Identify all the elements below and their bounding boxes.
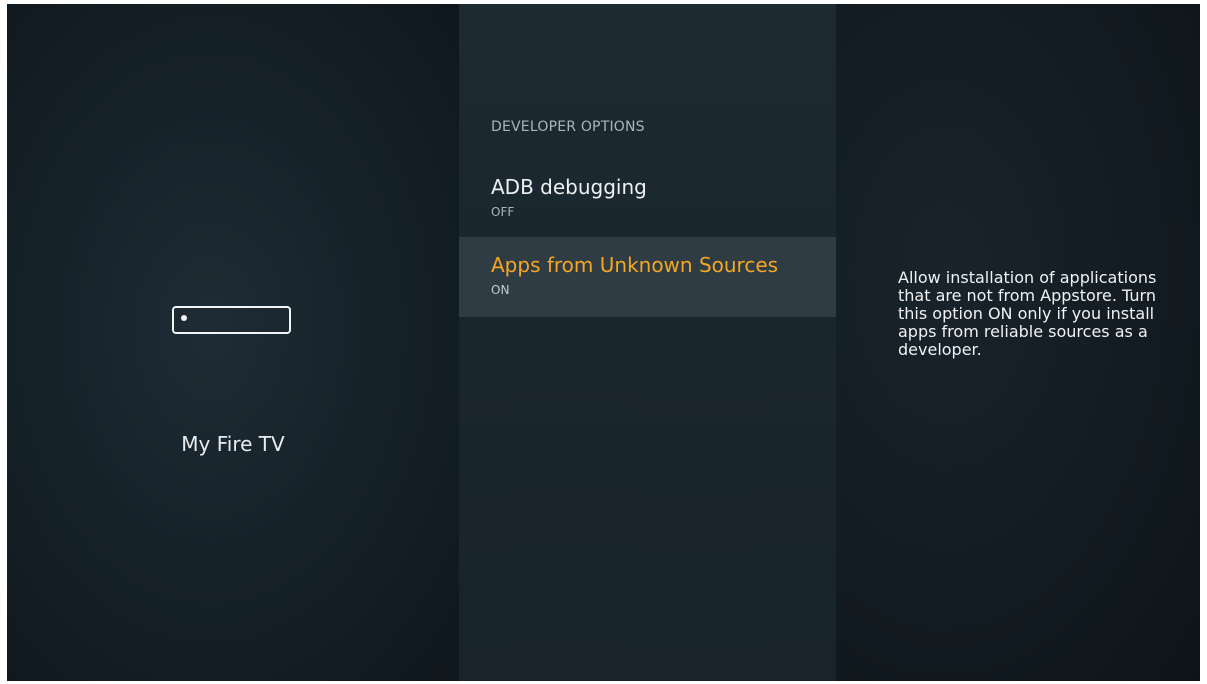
fire-tv-device-icon xyxy=(172,306,291,334)
menu-item-label: Apps from Unknown Sources xyxy=(491,253,779,277)
device-led-dot xyxy=(181,315,187,321)
menu-item-label: ADB debugging xyxy=(491,175,647,199)
info-panel: Allow installation of applications that … xyxy=(836,4,1200,681)
menu-item-apps-from-unknown-sources[interactable]: Apps from Unknown Sources ON xyxy=(459,237,836,317)
section-title: DEVELOPER OPTIONS xyxy=(491,119,645,135)
menu-item-value: OFF xyxy=(491,205,515,219)
device-panel: My Fire TV xyxy=(7,4,459,681)
developer-options-menu: DEVELOPER OPTIONS ADB debugging OFF Apps… xyxy=(459,4,836,681)
device-name: My Fire TV xyxy=(181,432,285,456)
fire-tv-settings-screen: My Fire TV DEVELOPER OPTIONS ADB debuggi… xyxy=(7,4,1200,681)
option-description: Allow installation of applications that … xyxy=(898,268,1157,359)
menu-item-adb-debugging[interactable]: ADB debugging OFF xyxy=(459,159,836,239)
menu-item-value: ON xyxy=(491,283,510,297)
